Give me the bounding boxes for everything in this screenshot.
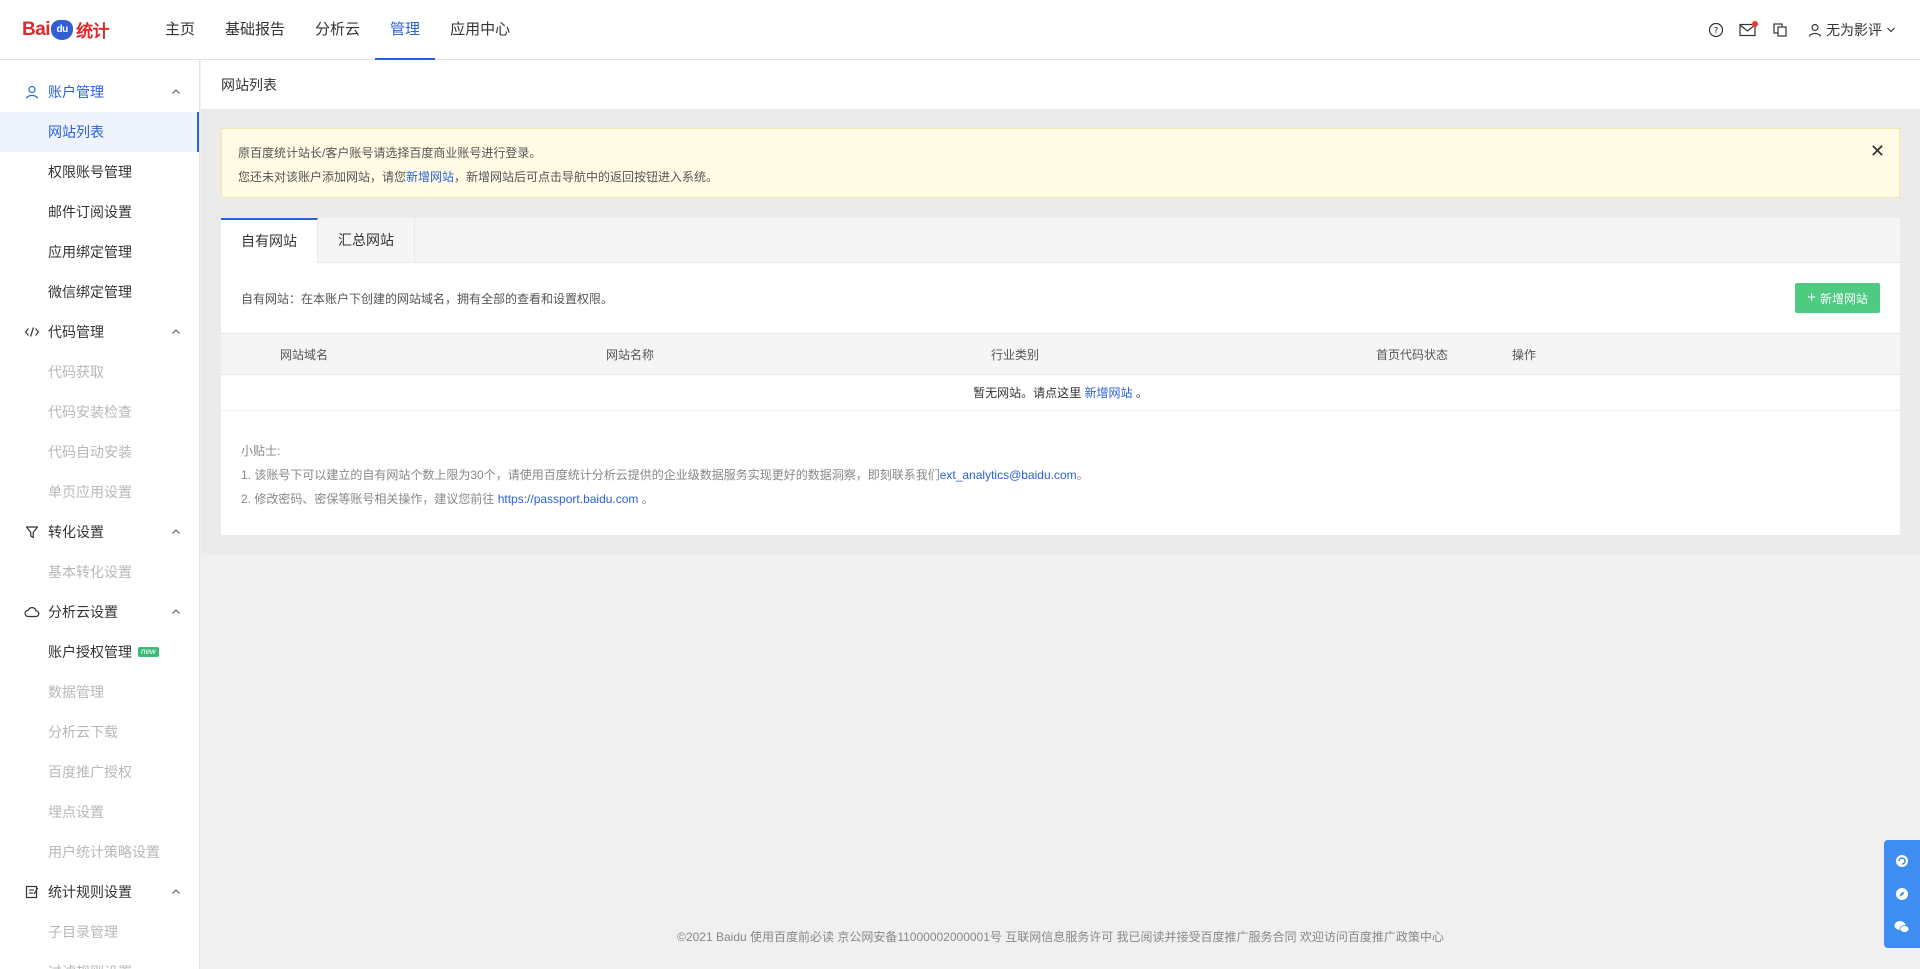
header-actions: ? 无为影评 <box>1700 14 1920 46</box>
page-title: 网站列表 <box>201 60 1920 110</box>
sidebar-item-filter-rules[interactable]: 过滤规则设置 <box>0 952 199 969</box>
logo-text-cn: 统计 <box>76 22 110 41</box>
chevron-up-icon <box>171 324 181 340</box>
site-table: 网站域名 网站名称 行业类别 首页代码状态 操作 暂无网站。请点这里 新增网站 … <box>221 333 1900 411</box>
chevron-up-icon <box>171 884 181 900</box>
nav-analytics-cloud[interactable]: 分析云 <box>300 0 375 60</box>
col-site-name: 网站名称 <box>606 347 655 362</box>
nav-management[interactable]: 管理 <box>375 0 436 60</box>
footer: ©2021 Baidu 使用百度前必读 京公网安备11000002000001号… <box>677 930 1444 944</box>
col-actions: 操作 <box>1512 347 1537 362</box>
sidebar-item-cloud-download[interactable]: 分析云下载 <box>0 712 199 752</box>
tip-2: 2. 修改密码、密保等账号相关操作，建议您前往 https://passport… <box>241 492 654 506</box>
passport-link[interactable]: https://passport.baidu.com <box>498 492 639 506</box>
sidebar-group-label: 代码管理 <box>48 324 104 340</box>
chevron-up-icon <box>171 84 181 100</box>
sidebar-item-wechat-binding[interactable]: 微信绑定管理 <box>0 272 199 312</box>
sidebar-item-account-authorization[interactable]: 账户授权管理 new <box>0 632 199 672</box>
user-name: 无为影评 <box>1826 21 1882 38</box>
sidebar-group-code[interactable]: 代码管理 <box>0 312 199 352</box>
new-badge: new <box>138 647 159 657</box>
sidebar-item-site-list[interactable]: 网站列表 <box>0 112 199 152</box>
empty-add-site-link[interactable]: 新增网站 <box>1084 386 1132 400</box>
main-content: 网站列表 原百度统计站长/客户账号请选择百度商业账号进行登录。 您还未对该账户添… <box>201 60 1920 969</box>
sidebar-group-account[interactable]: 账户管理 <box>0 72 199 112</box>
sidebar: 账户管理 网站列表 权限账号管理 邮件订阅设置 应用绑定管理 微信绑定管理 代码… <box>0 60 200 969</box>
logo-paw-du: du <box>51 19 74 40</box>
logo-text-bai: Bai <box>22 18 51 40</box>
tab-description: 自有网站：在本账户下创建的网站域名，拥有全部的查看和设置权限。 <box>241 291 614 306</box>
col-code-status: 首页代码状态 <box>1376 347 1449 362</box>
sidebar-item-email-subscription[interactable]: 邮件订阅设置 <box>0 192 199 232</box>
floating-toolbar <box>1884 840 1920 948</box>
tab-own-sites[interactable]: 自有网站 <box>221 218 318 263</box>
tips-title: 小贴士: <box>241 444 281 458</box>
sidebar-item-permission-accounts[interactable]: 权限账号管理 <box>0 152 199 192</box>
tip-1: 1. 该账号下可以建立的自有网站个数上限为30个，请使用百度统计分析云提供的企业… <box>241 468 1089 482</box>
site-tabs: 自有网站 汇总网站 <box>221 218 1900 263</box>
chevron-up-icon <box>171 604 181 620</box>
nav-basic-reports[interactable]: 基础报告 <box>210 0 300 60</box>
baidu-tongji-logo[interactable]: Bai du 统计 <box>0 17 150 42</box>
card-toolbar: 自有网站：在本账户下创建的网站域名，拥有全部的查看和设置权限。 + 新增网站 <box>221 263 1900 333</box>
user-menu[interactable]: 无为影评 <box>1808 20 1896 40</box>
sidebar-item-promotion-authorization[interactable]: 百度推广授权 <box>0 752 199 792</box>
mail-icon[interactable] <box>1732 14 1764 46</box>
user-icon <box>1808 23 1822 37</box>
content-area: 原百度统计站长/客户账号请选择百度商业账号进行登录。 您还未对该账户添加网站，请… <box>201 110 1920 555</box>
svg-text:?: ? <box>1714 26 1719 36</box>
sidebar-group-label: 统计规则设置 <box>48 884 132 900</box>
nav-app-center[interactable]: 应用中心 <box>435 0 525 60</box>
sidebar-item-basic-conversion[interactable]: 基本转化设置 <box>0 552 199 592</box>
top-header: Bai du 统计 主页 基础报告 分析云 管理 应用中心 ? 无为影评 <box>0 0 1920 60</box>
sidebar-group-stat-rules[interactable]: 统计规则设置 <box>0 872 199 912</box>
sidebar-item-subdirectory[interactable]: 子目录管理 <box>0 912 199 952</box>
contact-email-link[interactable]: ext_analytics@baidu.com <box>940 468 1077 482</box>
code-icon <box>24 324 40 340</box>
help-icon[interactable]: ? <box>1700 14 1732 46</box>
sidebar-item-app-binding[interactable]: 应用绑定管理 <box>0 232 199 272</box>
sidebar-group-label: 账户管理 <box>48 84 104 100</box>
user-icon <box>24 84 40 100</box>
table-empty-row: 暂无网站。请点这里 新增网站 。 <box>221 374 1900 411</box>
sidebar-item-user-stat-strategy[interactable]: 用户统计策略设置 <box>0 832 199 872</box>
sidebar-group-label: 分析云设置 <box>48 604 118 620</box>
sidebar-item-label: 账户授权管理 <box>48 644 132 660</box>
add-site-button[interactable]: + 新增网站 <box>1795 283 1880 313</box>
sidebar-item-spa-settings[interactable]: 单页应用设置 <box>0 472 199 512</box>
alert-add-site-link[interactable]: 新增网站 <box>406 170 454 184</box>
plus-icon: + <box>1807 289 1816 306</box>
chevron-down-icon <box>1887 27 1895 32</box>
empty-text: 暂无网站。请点这里 <box>973 386 1082 400</box>
cloud-icon <box>24 604 40 620</box>
tab-summary-sites[interactable]: 汇总网站 <box>318 218 415 262</box>
funnel-icon <box>24 524 40 540</box>
top-nav: 主页 基础报告 分析云 管理 应用中心 <box>150 0 525 60</box>
alert-line-2: 您还未对该账户添加网站，请您新增网站，新增网站后可点击导航中的返回按钮进入系统。 <box>238 170 719 184</box>
sidebar-item-tracking-settings[interactable]: 埋点设置 <box>0 792 199 832</box>
sidebar-item-data-management[interactable]: 数据管理 <box>0 672 199 712</box>
rules-icon <box>24 884 40 900</box>
chat-icon[interactable] <box>1884 911 1920 944</box>
table-header-row: 网站域名 网站名称 行业类别 首页代码状态 操作 <box>221 333 1900 375</box>
col-industry: 行业类别 <box>991 347 1040 362</box>
sidebar-item-get-code[interactable]: 代码获取 <box>0 352 199 392</box>
refresh-icon[interactable] <box>1884 844 1920 877</box>
nav-home[interactable]: 主页 <box>150 0 210 60</box>
alert-line-1: 原百度统计站长/客户账号请选择百度商业账号进行登录。 <box>238 146 542 160</box>
tips-section: 小贴士: 1. 该账号下可以建立的自有网站个数上限为30个，请使用百度统计分析云… <box>221 411 1900 535</box>
col-domain: 网站域名 <box>280 347 329 362</box>
copy-switch-icon[interactable] <box>1764 14 1796 46</box>
sidebar-item-code-auto-install[interactable]: 代码自动安装 <box>0 432 199 472</box>
sidebar-group-label: 转化设置 <box>48 524 104 540</box>
sidebar-item-code-check[interactable]: 代码安装检查 <box>0 392 199 432</box>
sidebar-group-conversion[interactable]: 转化设置 <box>0 512 199 552</box>
site-list-card: 自有网站 汇总网站 自有网站：在本账户下创建的网站域名，拥有全部的查看和设置权限… <box>221 218 1900 535</box>
notification-dot <box>1752 20 1758 27</box>
chevron-up-icon <box>171 524 181 540</box>
close-icon[interactable]: ✕ <box>1870 141 1885 161</box>
notice-alert: 原百度统计站长/客户账号请选择百度商业账号进行登录。 您还未对该账户添加网站，请… <box>221 128 1900 198</box>
compass-icon[interactable] <box>1884 877 1920 910</box>
sidebar-group-analytics-cloud[interactable]: 分析云设置 <box>0 592 199 632</box>
